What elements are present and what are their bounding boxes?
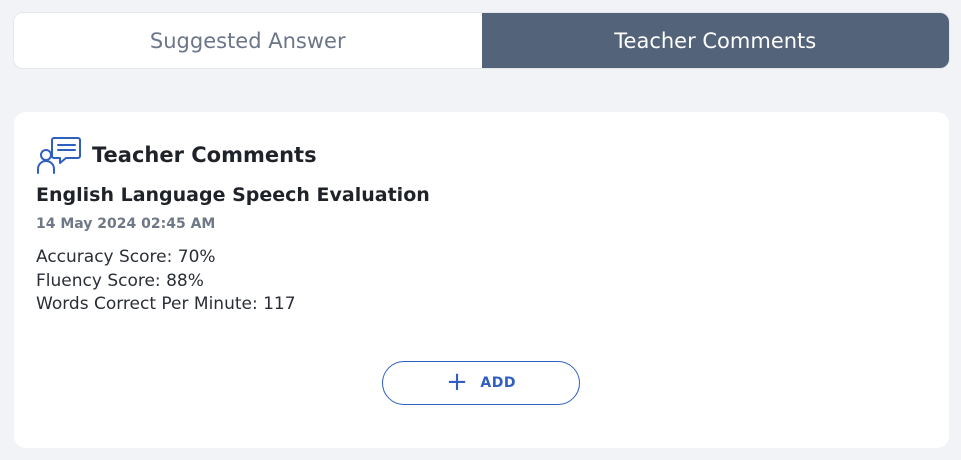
card-header: Teacher Comments bbox=[36, 136, 317, 174]
wcpm-score: Words Correct Per Minute: 117 bbox=[36, 294, 296, 314]
card-title: Teacher Comments bbox=[92, 143, 317, 167]
tab-bar: Suggested Answer Teacher Comments bbox=[14, 13, 949, 68]
entry-title: English Language Speech Evaluation bbox=[36, 184, 430, 206]
fluency-score: Fluency Score: 88% bbox=[36, 270, 204, 291]
entry-date: 14 May 2024 02:45 AM bbox=[36, 216, 216, 232]
accuracy-score: Accuracy Score: 70% bbox=[36, 247, 216, 267]
tab-suggested-answer[interactable]: Suggested Answer bbox=[14, 13, 482, 68]
chat-person-icon bbox=[36, 136, 82, 174]
score-list: Accuracy Score: 70% Fluency Score: 88% W… bbox=[36, 246, 296, 317]
plus-icon: + bbox=[446, 367, 469, 397]
add-comment-button[interactable]: + ADD bbox=[382, 361, 580, 405]
tab-teacher-comments[interactable]: Teacher Comments bbox=[481, 13, 949, 68]
add-button-label: ADD bbox=[480, 375, 516, 391]
teacher-comments-card: Teacher Comments English Language Speech… bbox=[14, 112, 949, 448]
